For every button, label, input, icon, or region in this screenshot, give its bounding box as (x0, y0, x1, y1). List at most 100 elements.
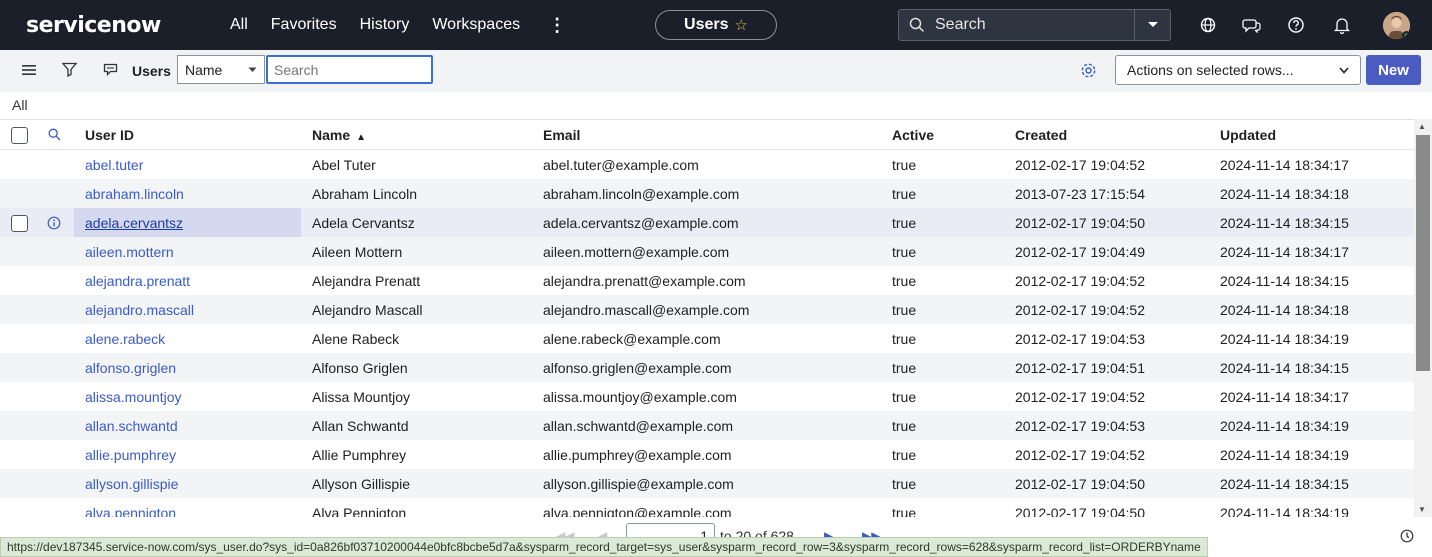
chevron-down-icon (1339, 66, 1349, 74)
filter-icon[interactable] (62, 62, 77, 77)
created-cell: 2012-02-17 19:04:50 (1015, 215, 1145, 231)
updated-cell: 2024-11-14 18:34:17 (1220, 389, 1349, 405)
hamburger-menu-icon[interactable] (22, 64, 36, 76)
avatar[interactable] (1383, 12, 1410, 39)
column-header-name[interactable]: Name ▲ (312, 127, 366, 143)
created-cell: 2012-02-17 19:04:52 (1015, 273, 1145, 289)
user-id-link[interactable]: aileen.mottern (85, 244, 174, 260)
table-row[interactable]: adela.cervantsz Adela Cervantsz adela.cerv… (0, 208, 1414, 237)
created-cell: 2012-02-17 19:04:50 (1015, 505, 1145, 517)
active-cell: true (892, 389, 917, 405)
table-row[interactable]: allan.schwantd Allan Schwantd allan.schwan… (0, 411, 1414, 440)
user-id-link[interactable]: adela.cervantsz (85, 215, 183, 231)
list-search-input[interactable] (266, 55, 433, 84)
user-id-link[interactable]: alene.rabeck (85, 331, 165, 347)
scrollbar-thumb[interactable] (1416, 135, 1430, 371)
updated-cell: 2024-11-14 18:34:15 (1220, 215, 1349, 231)
user-id-link[interactable]: abraham.lincoln (85, 186, 184, 202)
actions-select[interactable]: Actions on selected rows... (1115, 55, 1361, 85)
user-id-link[interactable]: alfonso.griglen (85, 360, 176, 376)
nav-favorites[interactable]: Favorites (271, 16, 337, 34)
name-cell: Alejandro Mascall (312, 302, 423, 318)
column-header-name-label: Name (312, 127, 351, 143)
gear-icon[interactable] (1080, 62, 1097, 79)
help-icon[interactable] (1286, 15, 1306, 35)
column-header-email[interactable]: Email (543, 127, 580, 143)
scroll-down-icon[interactable]: ▼ (1418, 505, 1426, 514)
bell-icon[interactable] (1332, 15, 1352, 35)
new-button[interactable]: New (1366, 55, 1421, 85)
user-id-link[interactable]: alissa.mountjoy (85, 389, 182, 405)
nav-history[interactable]: History (360, 16, 410, 34)
table-row[interactable]: allie.pumphrey Allie Pumphrey allie.pumphr… (0, 440, 1414, 469)
table-row[interactable]: alene.rabeck Alene Rabeck alene.rabeck@exa… (0, 324, 1414, 353)
table-scrollbar[interactable]: ▲ ▼ (1414, 119, 1432, 517)
table-row[interactable]: alejandra.prenatt Alejandra Prenatt alejan… (0, 266, 1414, 295)
email-cell: alejandro.mascall@example.com (543, 302, 750, 318)
user-id-link[interactable]: alva.pennigton (85, 505, 176, 517)
created-cell: 2012-02-17 19:04:52 (1015, 157, 1145, 173)
updated-cell: 2024-11-14 18:34:18 (1220, 302, 1349, 318)
active-cell: true (892, 157, 917, 173)
global-search[interactable]: Search (898, 9, 1171, 41)
user-id-link[interactable]: allan.schwantd (85, 418, 178, 434)
scroll-up-icon[interactable]: ▲ (1418, 122, 1426, 131)
table-row[interactable]: abraham.lincoln Abraham Lincoln abraham.li… (0, 179, 1414, 208)
star-icon[interactable]: ☆ (735, 16, 748, 34)
table-row[interactable]: alissa.mountjoy Alissa Mountjoy alissa.mou… (0, 382, 1414, 411)
table-row[interactable]: aileen.mottern Aileen Mottern aileen.motte… (0, 237, 1414, 266)
search-icon[interactable] (48, 128, 61, 141)
info-icon[interactable] (47, 216, 61, 230)
active-cell: true (892, 476, 917, 492)
search-icon (909, 17, 925, 33)
email-cell: allyson.gillispie@example.com (543, 476, 734, 492)
user-id-link[interactable]: alejandra.prenatt (85, 273, 190, 289)
table-row[interactable]: abel.tuter Abel Tuter abel.tuter@example.c… (0, 150, 1414, 179)
email-cell: allan.schwantd@example.com (543, 418, 734, 434)
table-row[interactable]: alejandro.mascall Alejandro Mascall alejan… (0, 295, 1414, 324)
email-cell: alissa.mountjoy@example.com (543, 389, 737, 405)
nav-workspaces[interactable]: Workspaces (432, 16, 520, 34)
info-icon[interactable] (1400, 529, 1414, 543)
column-header-updated[interactable]: Updated (1220, 127, 1276, 143)
user-id-link[interactable]: abel.tuter (85, 157, 143, 173)
search-field-select-value: Name (185, 61, 223, 78)
users-table: User ID Name ▲ Email Active Created Updat… (0, 119, 1414, 517)
chevron-down-icon (248, 67, 257, 72)
breadcrumb[interactable]: All (12, 97, 28, 113)
servicenow-logo[interactable]: servicenow (26, 13, 206, 38)
email-cell: alene.rabeck@example.com (543, 331, 721, 347)
context-pill[interactable]: Users ☆ (655, 10, 777, 40)
column-header-user-id[interactable]: User ID (85, 127, 134, 143)
user-id-link[interactable]: alejandro.mascall (85, 302, 194, 318)
column-header-active[interactable]: Active (892, 127, 934, 143)
table-row[interactable]: alva.pennigton Alva Pennigton alva.pennigt… (0, 498, 1414, 517)
column-header-created[interactable]: Created (1015, 127, 1067, 143)
row-checkbox[interactable] (11, 215, 28, 232)
table-row[interactable]: allyson.gillispie Allyson Gillispie allyso… (0, 469, 1414, 498)
created-cell: 2012-02-17 19:04:53 (1015, 331, 1145, 347)
globe-icon[interactable] (1198, 15, 1218, 35)
more-menu-icon[interactable]: ⋮ (548, 15, 566, 36)
search-field-select[interactable]: Name (177, 55, 265, 84)
select-all-checkbox[interactable] (11, 127, 28, 144)
context-pill-label: Users (684, 16, 729, 33)
email-cell: adela.cervantsz@example.com (543, 215, 739, 231)
chat-icon[interactable] (1242, 15, 1262, 35)
name-cell: Alfonso Griglen (312, 360, 408, 376)
email-cell: allie.pumphrey@example.com (543, 447, 732, 463)
email-cell: alva.pennigton@example.com (543, 505, 732, 517)
name-cell: Abraham Lincoln (312, 186, 418, 202)
online-status-dot (1402, 31, 1410, 39)
comment-icon[interactable] (103, 63, 118, 76)
list-title: Users (132, 63, 171, 79)
active-cell: true (892, 215, 917, 231)
nav-all[interactable]: All (230, 16, 248, 34)
email-cell: aileen.mottern@example.com (543, 244, 730, 260)
user-id-link[interactable]: allyson.gillispie (85, 476, 178, 492)
user-id-link[interactable]: allie.pumphrey (85, 447, 176, 463)
table-row[interactable]: alfonso.griglen Alfonso Griglen alfonso.gr… (0, 353, 1414, 382)
name-cell: Aileen Mottern (312, 244, 403, 260)
chevron-down-icon[interactable] (1134, 10, 1170, 40)
updated-cell: 2024-11-14 18:34:15 (1220, 476, 1349, 492)
